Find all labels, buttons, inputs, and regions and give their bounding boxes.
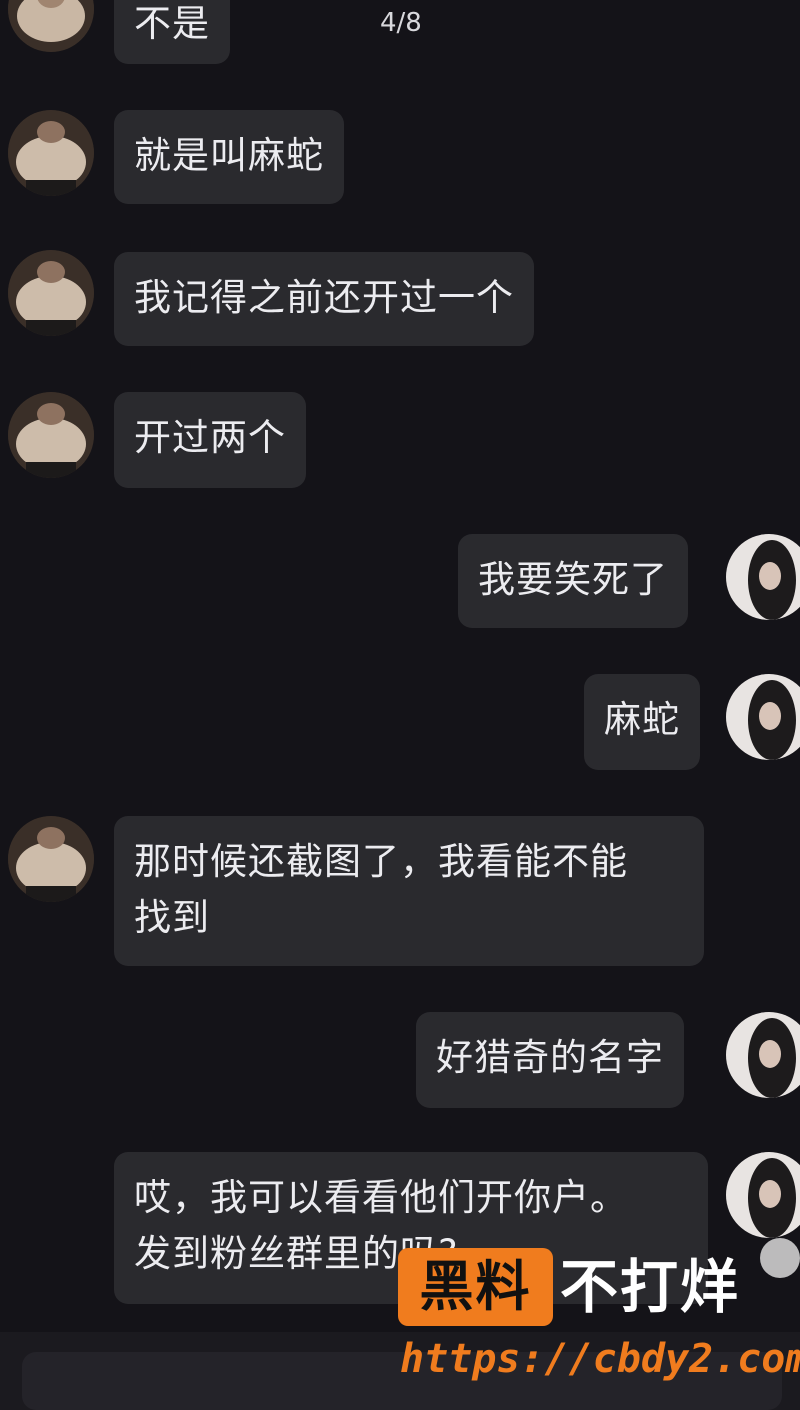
message-bubble: 不是	[114, 0, 230, 64]
watermark-url: https://cbdy2.com	[400, 1336, 800, 1382]
image-counter: 4/8	[380, 8, 422, 38]
message-text: 好猎奇的名字	[436, 1036, 664, 1079]
floating-button[interactable]	[760, 1238, 800, 1278]
avatar[interactable]	[726, 1152, 800, 1238]
message-bubble: 我记得之前还开过一个	[114, 252, 534, 346]
message-text: 就是叫麻蛇	[134, 134, 324, 177]
message-text: 麻蛇	[604, 698, 680, 741]
message-bubble: 麻蛇	[584, 674, 700, 770]
avatar[interactable]	[726, 534, 800, 620]
avatar[interactable]	[8, 816, 94, 902]
message-bubble: 那时候还截图了，我看能不能 找到	[114, 816, 704, 966]
message-bubble: 就是叫麻蛇	[114, 110, 344, 204]
message-bubble: 开过两个	[114, 392, 306, 488]
message-text: 那时候还截图了，我看能不能	[134, 840, 628, 883]
message-bubble: 我要笑死了	[458, 534, 688, 628]
watermark-text: 不打烊	[560, 1253, 741, 1321]
message-text: 哎，我可以看看他们开你户。	[134, 1176, 628, 1219]
watermark-badge: 黑料	[398, 1248, 553, 1326]
message-text: 我要笑死了	[478, 558, 668, 601]
avatar[interactable]	[726, 1012, 800, 1098]
message-bubble: 好猎奇的名字	[416, 1012, 684, 1108]
avatar[interactable]	[8, 250, 94, 336]
message-text: 找到	[134, 896, 210, 939]
message-text: 不是	[134, 2, 210, 45]
avatar[interactable]	[726, 674, 800, 760]
avatar[interactable]	[8, 392, 94, 478]
message-text: 我记得之前还开过一个	[134, 276, 514, 319]
message-text: 开过两个	[134, 416, 286, 459]
avatar[interactable]	[8, 110, 94, 196]
